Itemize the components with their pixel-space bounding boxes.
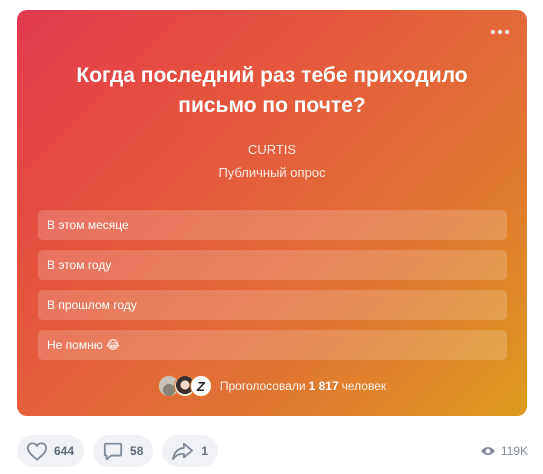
share-count: 1 bbox=[201, 444, 209, 458]
poll-option-this-month[interactable]: В этом месяце bbox=[38, 210, 507, 240]
views-counter: 119K bbox=[480, 444, 528, 458]
voters-suffix: человек bbox=[341, 379, 387, 393]
avatar: Z bbox=[189, 375, 212, 397]
avatar-letter: Z bbox=[196, 378, 205, 394]
voters-prefix: Проголосовали bbox=[219, 379, 306, 393]
eye-icon bbox=[480, 447, 495, 455]
share-button[interactable]: 1 bbox=[162, 435, 219, 467]
voter-avatars: Z bbox=[157, 375, 212, 397]
poll-option-this-year[interactable]: В этом году bbox=[38, 250, 507, 280]
poll-option-last-year[interactable]: В прошлом году bbox=[38, 290, 507, 320]
poll-author[interactable]: CURTIS bbox=[17, 142, 527, 157]
heart-icon bbox=[26, 442, 47, 461]
more-dot bbox=[491, 30, 495, 34]
more-dot bbox=[498, 30, 502, 34]
views-count: 119K bbox=[500, 444, 528, 458]
action-bar: 644 58 1 bbox=[17, 435, 219, 467]
voters-summary[interactable]: Z Проголосовали 1 817 человек bbox=[17, 375, 527, 397]
comment-button[interactable]: 58 bbox=[93, 435, 154, 467]
like-button[interactable]: 644 bbox=[17, 435, 85, 467]
poll-type: Публичный опрос bbox=[218, 165, 326, 180]
share-arrow-icon bbox=[172, 442, 194, 461]
like-count: 644 bbox=[54, 444, 75, 458]
more-dot bbox=[505, 30, 509, 34]
poll-options: В этом месяце В этом году В прошлом году… bbox=[38, 210, 507, 370]
poll-option-dont-remember[interactable]: Не помню 😂 bbox=[38, 330, 507, 360]
comment-count: 58 bbox=[130, 444, 144, 458]
voters-count: 1 817 bbox=[308, 379, 339, 393]
comment-icon bbox=[103, 442, 123, 461]
more-dots-icon[interactable] bbox=[491, 30, 509, 34]
poll-card: Когда последний раз тебе приходило письм… bbox=[17, 10, 527, 416]
poll-question: Когда последний раз тебе приходило письм… bbox=[76, 64, 468, 117]
